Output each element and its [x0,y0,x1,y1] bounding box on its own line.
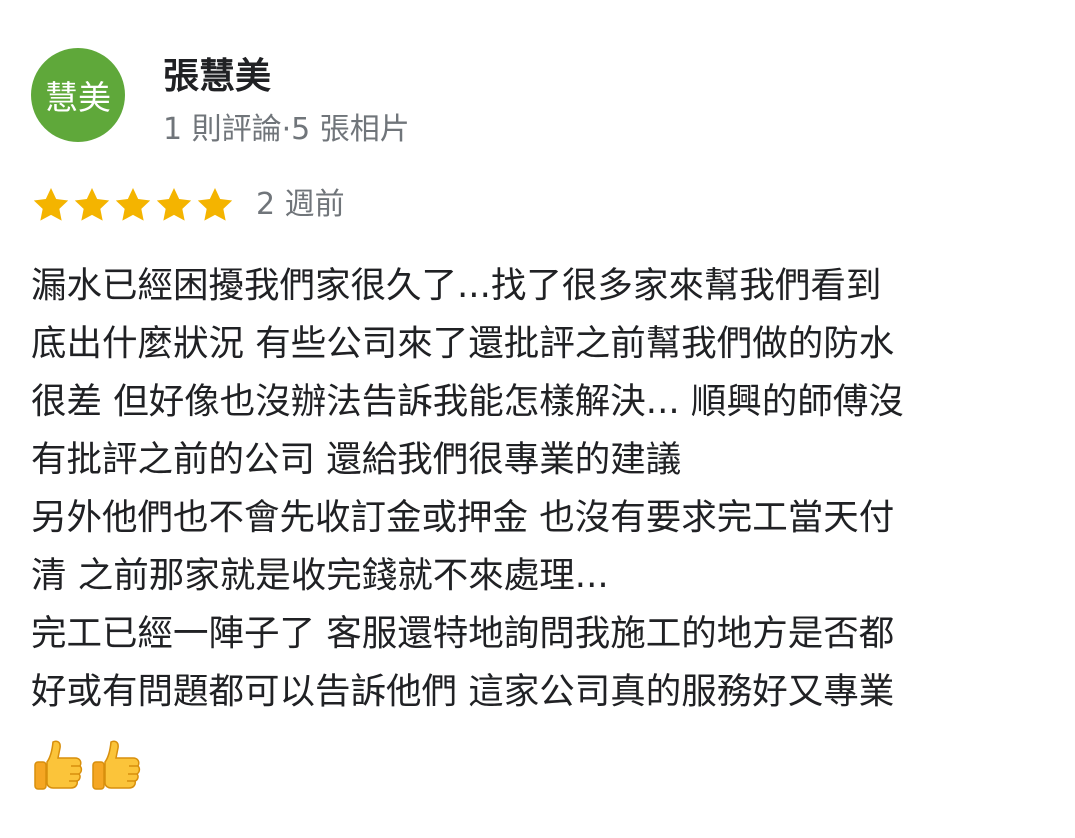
avatar[interactable]: 慧美 [31,48,125,142]
review-text-line: 完工已經一陣子了 客服還特地詢問我施工的地方是否都 [31,613,895,654]
review-text-line: 底出什麼狀況 有些公司來了還批評之前幫我們做的防水 [31,323,895,364]
star-icon [197,188,233,221]
star-rating [31,185,236,225]
review-text-line: 漏水已經困擾我們家很久了...找了很多家來幫我們看到 [31,265,882,306]
review-card: 慧美 張慧美 1 則評論·5 張相片 2 週前 漏水已經困擾我們家很久了...找… [0,0,1075,838]
review-text: 漏水已經困擾我們家很久了...找了很多家來幫我們看到 底出什麼狀況 有些公司來了… [31,257,1061,721]
star-icon [74,188,110,221]
star-icon [115,188,151,221]
thumbs-up-icon [34,740,83,790]
star-icon [156,188,192,221]
star-icon [33,188,69,221]
review-text-line: 有批評之前的公司 還給我們很專業的建議 [31,439,682,480]
reviewer-meta[interactable]: 1 則評論·5 張相片 [163,110,410,150]
thumbs-up-icon [92,740,141,790]
review-time: 2 週前 [256,187,345,222]
emoji-row [33,738,143,792]
avatar-initials: 慧美 [45,78,111,117]
review-text-line: 好或有問題都可以告訴他們 這家公司真的服務好又專業 [31,671,895,712]
rating-row: 2 週前 [31,180,345,230]
review-text-line: 很差 但好像也沒辦法告訴我能怎樣解決... 順興的師傅沒 [31,381,904,422]
review-text-line: 另外他們也不會先收訂金或押金 也沒有要求完工當天付 [31,497,895,538]
reviewer-name[interactable]: 張慧美 [163,54,271,100]
review-text-line: 清 之前那家就是收完錢就不來處理... [31,555,609,596]
